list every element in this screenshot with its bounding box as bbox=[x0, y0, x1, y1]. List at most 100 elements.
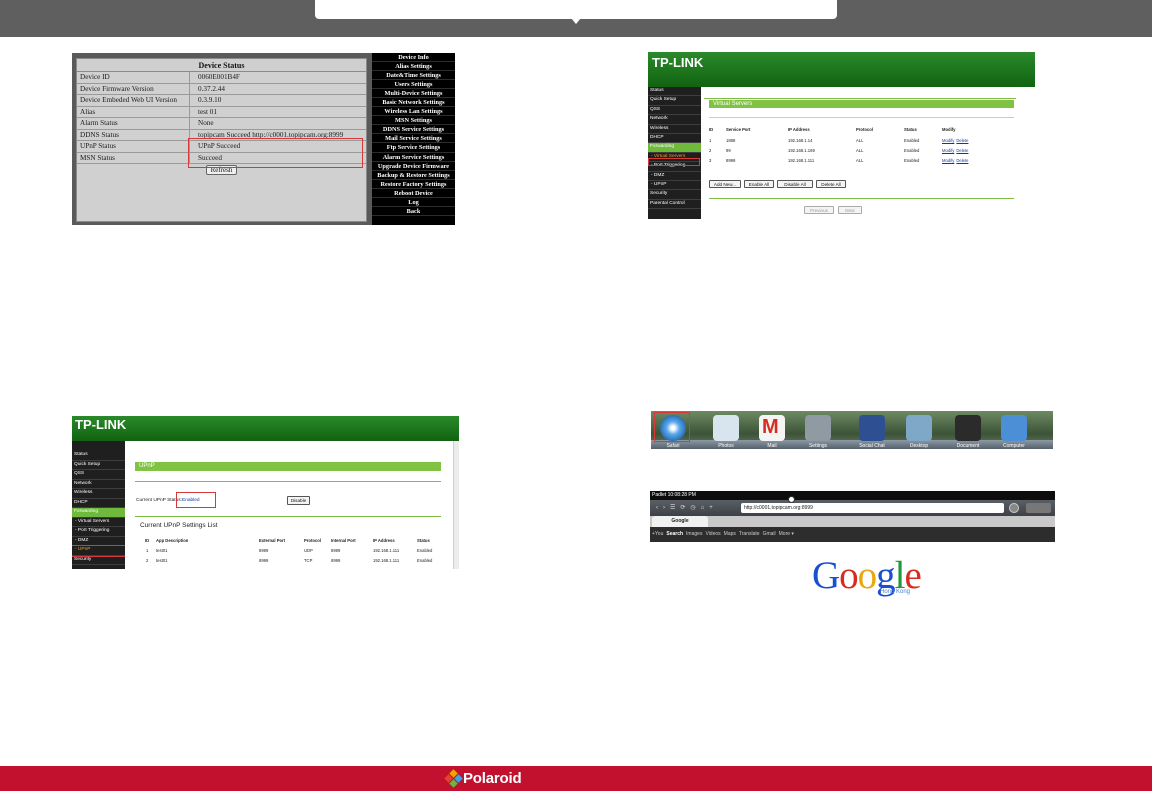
dock-item[interactable]: Computer bbox=[997, 413, 1031, 449]
tplink-sidebar: Status Quick Setup QSS Network Wireless DHCP F… bbox=[648, 87, 701, 219]
photos-icon[interactable] bbox=[713, 415, 739, 441]
bookmarks-icon[interactable]: ☰ bbox=[670, 505, 680, 511]
search-box[interactable] bbox=[1026, 503, 1051, 513]
sidebar-item[interactable]: Security bbox=[648, 190, 701, 200]
delete-link-label[interactable]: Delete bbox=[956, 158, 968, 163]
menu-item[interactable]: Alarm Service Settings bbox=[372, 153, 455, 162]
sidebar-item[interactable]: Quick Setup bbox=[72, 461, 125, 470]
dock-item[interactable]: Photos bbox=[709, 413, 743, 449]
sidebar-item[interactable]: Parental Control bbox=[648, 200, 701, 210]
finder-icon[interactable] bbox=[1001, 415, 1027, 441]
sidebar-item[interactable]: Network bbox=[648, 115, 701, 125]
google-bar-link[interactable]: Images bbox=[686, 531, 702, 537]
sidebar-item[interactable]: Wireless bbox=[648, 125, 701, 135]
disable-button[interactable]: Disable bbox=[287, 496, 310, 505]
panel-title: UPnP bbox=[135, 462, 441, 471]
google-bar-link[interactable]: Translate bbox=[739, 531, 760, 537]
menu-item[interactable]: MSN Settings bbox=[372, 116, 455, 126]
dock-item[interactable]: Desktop bbox=[902, 413, 936, 449]
menu-item[interactable]: Device Info bbox=[372, 53, 455, 63]
menu-item[interactable]: Upgrade Device Firmware bbox=[372, 162, 455, 171]
sidebar-item[interactable]: QSS bbox=[72, 470, 125, 480]
dock-item[interactable]: Document bbox=[951, 413, 985, 449]
action-button[interactable]: Enable All bbox=[744, 180, 774, 188]
google-bar-link[interactable]: Search bbox=[666, 531, 683, 537]
menu-item[interactable]: Multi-Device Settings bbox=[372, 89, 455, 99]
menu-item[interactable]: DDNS Service Settings bbox=[372, 125, 455, 135]
url-field[interactable]: http://c0001.topipcam.org:8999 bbox=[741, 503, 1004, 513]
action-button[interactable]: Disable All bbox=[777, 180, 813, 188]
tab-google[interactable]: Google bbox=[652, 516, 708, 527]
google-bar-link[interactable]: Gmail bbox=[763, 531, 776, 537]
back-icon[interactable]: ‹ bbox=[656, 505, 663, 511]
sidebar-item[interactable]: - UPnP bbox=[648, 181, 701, 191]
scrollbar[interactable] bbox=[453, 441, 459, 569]
gmail-icon[interactable]: M bbox=[759, 415, 785, 441]
dock-item-label: Settings bbox=[808, 443, 828, 449]
google-bar-link[interactable]: +You bbox=[652, 531, 663, 537]
forward-icon[interactable]: › bbox=[663, 505, 670, 511]
folder-icon[interactable] bbox=[906, 415, 932, 441]
dock-item[interactable]: Settings bbox=[801, 413, 835, 449]
reload-icon[interactable]: ⟳ bbox=[680, 505, 690, 511]
modify-link[interactable]: Modify Delete bbox=[942, 138, 968, 143]
sidebar-item[interactable]: QSS bbox=[648, 106, 701, 116]
previous-button[interactable]: Previous bbox=[804, 206, 834, 214]
next-button[interactable]: Next bbox=[838, 206, 862, 214]
action-button[interactable]: Delete All bbox=[816, 180, 846, 188]
menu-item[interactable]: Ftp Service Settings bbox=[372, 143, 455, 153]
modify-link[interactable]: Modify Delete bbox=[942, 148, 968, 153]
sidebar-item[interactable]: Status bbox=[648, 87, 701, 97]
google-bar-link[interactable]: More ▾ bbox=[779, 531, 794, 537]
sidebar-item[interactable]: Security bbox=[72, 556, 125, 565]
modify-link-label[interactable]: Modify bbox=[942, 138, 954, 143]
modify-link[interactable]: Modify Delete bbox=[942, 158, 968, 163]
google-logo-letter: o bbox=[839, 554, 858, 597]
menu-item[interactable]: Backup & Restore Settings bbox=[372, 171, 455, 180]
table-cell: 1 bbox=[146, 548, 149, 553]
modify-link-label[interactable]: Modify bbox=[942, 158, 954, 163]
column-header: Internal Port bbox=[331, 538, 356, 543]
google-bar-link[interactable]: Videos bbox=[705, 531, 720, 537]
delete-link-label[interactable]: Delete bbox=[956, 138, 968, 143]
menu-item[interactable]: Restore Factory Settings bbox=[372, 180, 455, 189]
sidebar-item[interactable]: Forwarding bbox=[648, 143, 701, 153]
menu-item[interactable]: Basic Network Settings bbox=[372, 98, 455, 108]
menu-item[interactable]: Mail Service Settings bbox=[372, 134, 455, 144]
home-icon[interactable]: ⌂ bbox=[701, 505, 710, 511]
sidebar-item[interactable]: - Virtual Servers bbox=[72, 518, 125, 527]
add-icon[interactable]: + bbox=[709, 505, 718, 511]
sidebar-item[interactable]: Wireless bbox=[72, 489, 125, 499]
sidebar-item[interactable]: DHCP bbox=[648, 134, 701, 144]
sidebar-item[interactable]: Status bbox=[72, 451, 125, 461]
sidebar-item[interactable]: Network bbox=[72, 480, 125, 489]
sidebar-item[interactable]: - UPnP bbox=[72, 545, 126, 557]
history-icon[interactable]: ◷ bbox=[690, 505, 700, 511]
sidebar-item[interactable]: DHCP bbox=[72, 499, 125, 508]
action-button[interactable]: Add New... bbox=[709, 180, 741, 188]
menu-item[interactable]: Log bbox=[372, 198, 455, 207]
dock-item[interactable]: Social Chat bbox=[855, 413, 889, 449]
dock-item[interactable]: M Mail bbox=[755, 413, 789, 449]
menu-item[interactable]: Reboot Device bbox=[372, 189, 455, 198]
menu-item[interactable]: Wireless Lan Settings bbox=[372, 107, 455, 117]
sidebar-item[interactable]: - DMZ bbox=[72, 537, 125, 546]
menu-item[interactable]: Date&Time Settings bbox=[372, 71, 455, 81]
menu-item[interactable]: Alias Settings bbox=[372, 62, 455, 72]
sidebar-item[interactable]: Forwarding bbox=[72, 508, 125, 518]
table-cell: Enabled bbox=[417, 558, 433, 563]
sidebar-item[interactable]: - Port Triggering bbox=[72, 527, 125, 537]
social-chat-icon[interactable] bbox=[859, 415, 885, 441]
settings-icon[interactable] bbox=[805, 415, 831, 441]
document-icon[interactable] bbox=[955, 415, 981, 441]
menu-item[interactable]: Users Settings bbox=[372, 80, 455, 90]
footer-bar: Polaroid bbox=[0, 766, 1152, 791]
modify-link-label[interactable]: Modify bbox=[942, 148, 954, 153]
google-bar-link[interactable]: Maps bbox=[724, 531, 736, 537]
search-engine-icon[interactable] bbox=[1009, 503, 1019, 513]
menu-item[interactable]: Back bbox=[372, 207, 455, 216]
sidebar-item[interactable]: - DMZ bbox=[648, 172, 701, 182]
delete-link-label[interactable]: Delete bbox=[956, 148, 968, 153]
header-title-box bbox=[315, 0, 837, 19]
sidebar-item[interactable]: Quick Setup bbox=[648, 96, 701, 106]
